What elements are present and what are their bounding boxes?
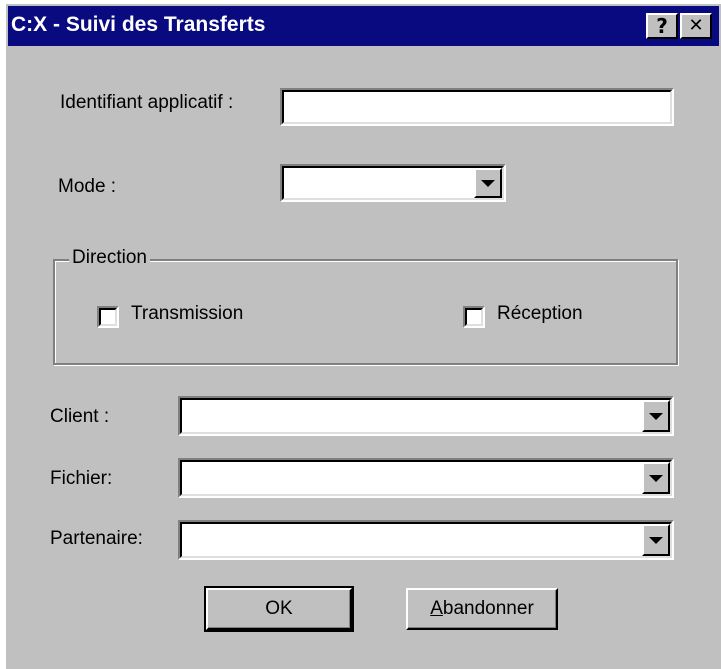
chevron-down-icon	[481, 179, 495, 187]
transfer-dialog: C:X - Suivi des Transferts ? ✕ Identifia…	[4, 2, 721, 669]
close-button[interactable]: ✕	[680, 13, 712, 39]
ok-button[interactable]: OK	[204, 586, 354, 632]
chevron-down-icon	[649, 474, 663, 482]
help-icon: ?	[656, 14, 668, 38]
partenaire-select[interactable]	[178, 520, 674, 560]
partenaire-label: Partenaire:	[50, 528, 143, 549]
window-title: C:X - Suivi des Transferts	[11, 13, 266, 36]
identifiant-input[interactable]	[280, 88, 674, 126]
client-select[interactable]	[178, 396, 674, 436]
identifiant-label: Identifiant applicatif :	[60, 92, 234, 113]
help-button[interactable]: ?	[646, 13, 678, 39]
client-dropdown-button[interactable]	[642, 400, 670, 432]
cancel-button[interactable]: Abandonner	[406, 588, 558, 630]
chevron-down-icon	[649, 536, 663, 544]
reception-label[interactable]: Réception	[497, 303, 583, 325]
cancel-accelerator: A	[430, 598, 443, 619]
chevron-down-icon	[649, 412, 663, 420]
transmission-checkbox[interactable]	[97, 306, 119, 328]
title-bar: C:X - Suivi des Transferts ? ✕	[8, 6, 719, 46]
mode-dropdown-button[interactable]	[474, 168, 502, 198]
direction-legend: Direction	[69, 247, 150, 269]
partenaire-dropdown-button[interactable]	[642, 524, 670, 556]
close-icon: ✕	[688, 15, 704, 36]
fichier-select[interactable]	[178, 458, 674, 498]
mode-select[interactable]	[280, 164, 506, 202]
cancel-label: Abandonner	[430, 598, 534, 620]
reception-checkbox[interactable]	[463, 306, 485, 328]
ok-label: OK	[265, 598, 293, 619]
cancel-label-rest: bandonner	[442, 598, 534, 619]
client-label: Client :	[50, 406, 110, 427]
fichier-dropdown-button[interactable]	[642, 462, 670, 494]
mode-label: Mode :	[58, 176, 117, 197]
transmission-label[interactable]: Transmission	[131, 303, 243, 325]
fichier-label: Fichier:	[50, 468, 113, 489]
